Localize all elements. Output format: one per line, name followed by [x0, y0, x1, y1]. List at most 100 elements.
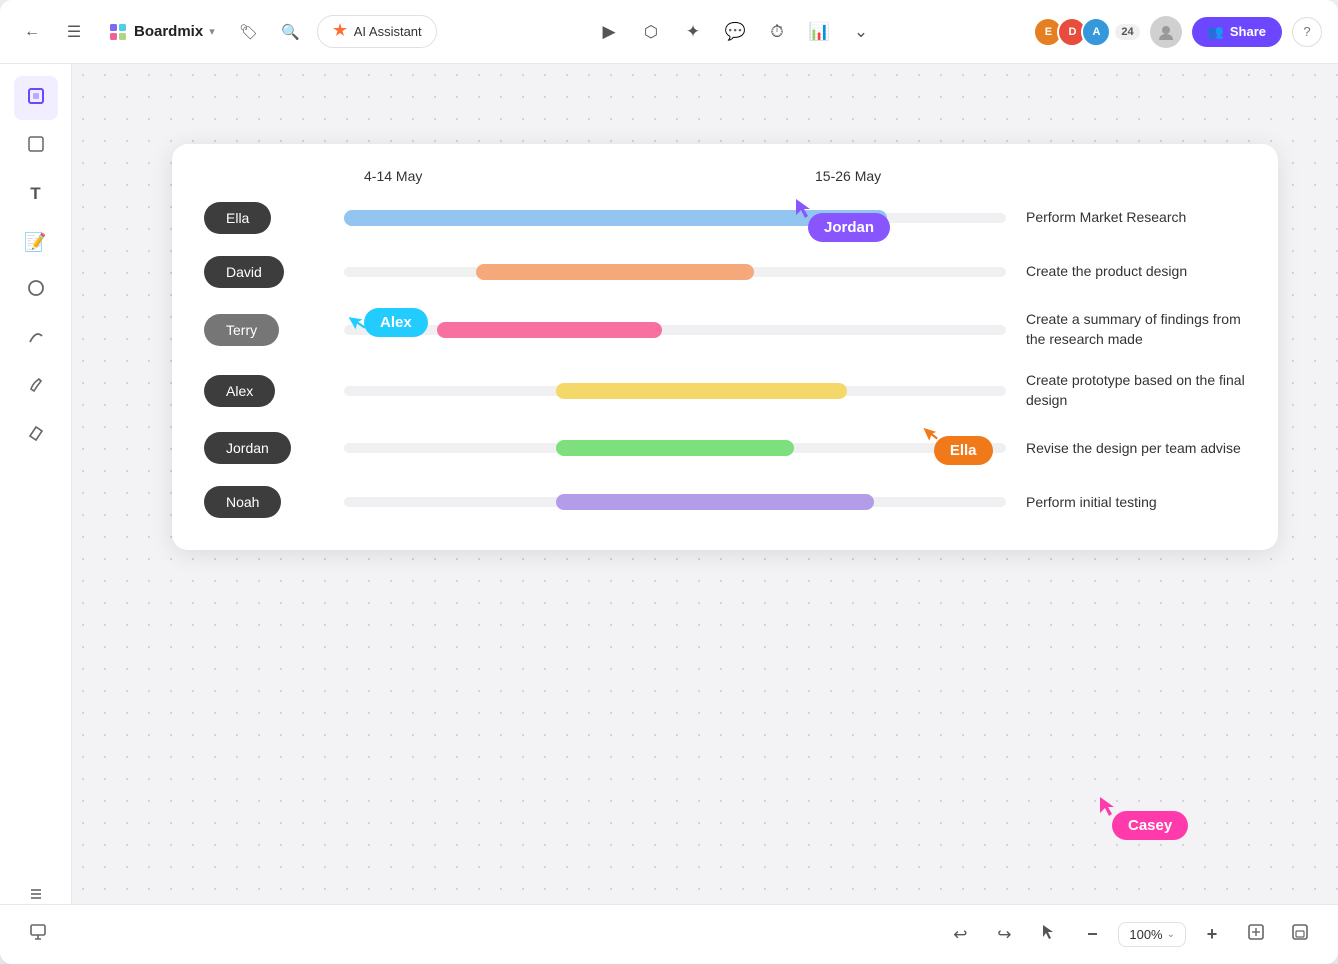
timer-button[interactable]: ⏱ [759, 14, 795, 50]
redo-icon: ↪ [997, 925, 1011, 945]
back-button[interactable]: ← [16, 16, 48, 48]
avatar-3: A [1081, 17, 1111, 47]
collaborators-avatars: E D A 24 [1033, 17, 1139, 47]
chart-icon: 📊 [808, 22, 829, 42]
presentation-icon [28, 922, 48, 947]
frame-icon [26, 86, 46, 111]
sticky-notes-button[interactable]: ✦ [675, 14, 711, 50]
gantt-bar-area-jordan: Ella [344, 434, 1006, 462]
brand-logo[interactable]: Boardmix ▾ [100, 18, 223, 46]
cursor-label-casey: Casey [1112, 811, 1188, 840]
person-pill-alex: Alex [204, 375, 275, 407]
text-icon: T [30, 184, 40, 204]
sidebar-item-select[interactable] [14, 124, 58, 168]
cursor-label-alex: Alex [364, 308, 428, 337]
menu-button[interactable]: ☰ [58, 16, 90, 48]
search-button[interactable]: 🔍 [275, 16, 307, 48]
pen-icon [26, 374, 46, 399]
cursor-ella-area: Ella [922, 426, 940, 449]
cursor-jordan-area: Jordan [792, 199, 814, 226]
person-pill-noah: Noah [204, 486, 281, 518]
redo-button[interactable]: ↪ [986, 917, 1022, 953]
person-pill-david: David [204, 256, 284, 288]
cursor-icon: ⬡ [644, 22, 658, 42]
gantt-row-ella: Ella Perform Market Research [204, 202, 1246, 234]
undo-button[interactable]: ↩ [942, 917, 978, 953]
gantt-bar-noah [556, 494, 874, 510]
user-avatar[interactable] [1150, 16, 1182, 48]
gantt-row-alex: Alex Create prototype based on the final… [204, 371, 1246, 410]
gantt-bar-jordan [556, 440, 794, 456]
zoom-level: 100% [1129, 927, 1162, 942]
chart-button[interactable]: 📊 [801, 14, 837, 50]
fit-view-button[interactable] [1238, 917, 1274, 953]
chevron-down-icon: ⌄ [854, 22, 868, 42]
zoom-in-icon: + [1207, 924, 1218, 945]
gantt-header: 4-14 May 15-26 May [364, 168, 1246, 184]
topbar: ← ☰ Boardmix ▾ 🏷 🔍 [0, 0, 1338, 64]
gantt-task-ella: Perform Market Research [1026, 208, 1246, 228]
sidebar-item-frame[interactable] [14, 76, 58, 120]
sidebar-item-eraser[interactable] [14, 412, 58, 456]
ai-assistant-button[interactable]: AI Assistant [317, 15, 437, 48]
gantt-label-jordan: Jordan [204, 432, 344, 464]
gantt-row-jordan: Jordan Ella Revise the design per team a… [204, 432, 1246, 464]
cursor-label-ella: Ella [934, 436, 993, 465]
comment-icon: 💬 [724, 22, 745, 42]
present-button[interactable]: ▶ [591, 14, 627, 50]
left-sidebar: T 📝 [0, 64, 72, 964]
gantt-row-david: David Create the product design [204, 256, 1246, 288]
play-icon: ▶ [602, 22, 615, 42]
gantt-label-noah: Noah [204, 486, 344, 518]
zoom-in-button[interactable]: + [1194, 917, 1230, 953]
zoom-out-button[interactable]: − [1074, 917, 1110, 953]
sticky-icon: 📝 [24, 232, 46, 253]
canvas-area[interactable]: 4-14 May 15-26 May Ella Perform Market R… [72, 64, 1338, 904]
share-button[interactable]: 👥 Share [1192, 17, 1282, 47]
gantt-bar-area-alex [344, 377, 1006, 405]
gantt-task-jordan: Revise the design per team advise [1026, 439, 1246, 459]
zoom-out-icon: − [1087, 924, 1098, 945]
select-icon [26, 134, 46, 159]
gantt-task-david: Create the product design [1026, 262, 1246, 282]
sidebar-item-line[interactable] [14, 316, 58, 360]
gantt-task-alex: Create prototype based on the final desi… [1026, 371, 1246, 410]
gantt-bar-david [476, 264, 754, 280]
bottombar: ↩ ↪ − 100% ⌄ + [0, 904, 1338, 964]
menu-icon: ☰ [67, 22, 81, 42]
person-pill-ella: Ella [204, 202, 271, 234]
gantt-chart: 4-14 May 15-26 May Ella Perform Market R… [172, 144, 1278, 550]
sidebar-item-text[interactable]: T [14, 172, 58, 216]
share-label: Share [1230, 24, 1266, 39]
minimap-button[interactable] [1282, 917, 1318, 953]
zoom-control[interactable]: 100% ⌄ [1118, 922, 1186, 947]
comment-button[interactable]: 💬 [717, 14, 753, 50]
sidebar-item-pen[interactable] [14, 364, 58, 408]
brand-name: Boardmix [134, 23, 203, 40]
gantt-task-terry: Create a summary of findings from the re… [1026, 310, 1246, 349]
period-2: 15-26 May [815, 168, 1246, 184]
tag-icon: 🏷 [239, 23, 258, 41]
presentation-button[interactable] [20, 917, 56, 953]
gantt-bar-alex [556, 383, 847, 399]
gantt-bar-area-terry [344, 316, 1006, 344]
gantt-label-david: David [204, 256, 344, 288]
stickynote-icon: ✦ [686, 22, 700, 42]
gantt-task-noah: Perform initial testing [1026, 493, 1246, 513]
gantt-label-alex: Alex [204, 375, 344, 407]
timer-icon: ⏱ [770, 22, 783, 42]
cursor-casey-area: Casey [1096, 797, 1118, 824]
sidebar-item-shape[interactable] [14, 268, 58, 312]
minimap-icon [1291, 923, 1309, 946]
cursor-button[interactable]: ⬡ [633, 14, 669, 50]
search-icon: 🔍 [281, 23, 300, 41]
cursor-mode-button[interactable] [1030, 917, 1066, 953]
sidebar-item-sticky[interactable]: 📝 [14, 220, 58, 264]
help-button[interactable]: ? [1292, 17, 1322, 47]
period-1: 4-14 May [364, 168, 795, 184]
tag-button[interactable]: 🏷 [233, 16, 265, 48]
gantt-label-terry: Terry [204, 314, 344, 346]
gantt-bar-area-ella [344, 204, 1006, 232]
avatar-count: 24 [1115, 24, 1139, 40]
more-tools-button[interactable]: ⌄ [843, 14, 879, 50]
